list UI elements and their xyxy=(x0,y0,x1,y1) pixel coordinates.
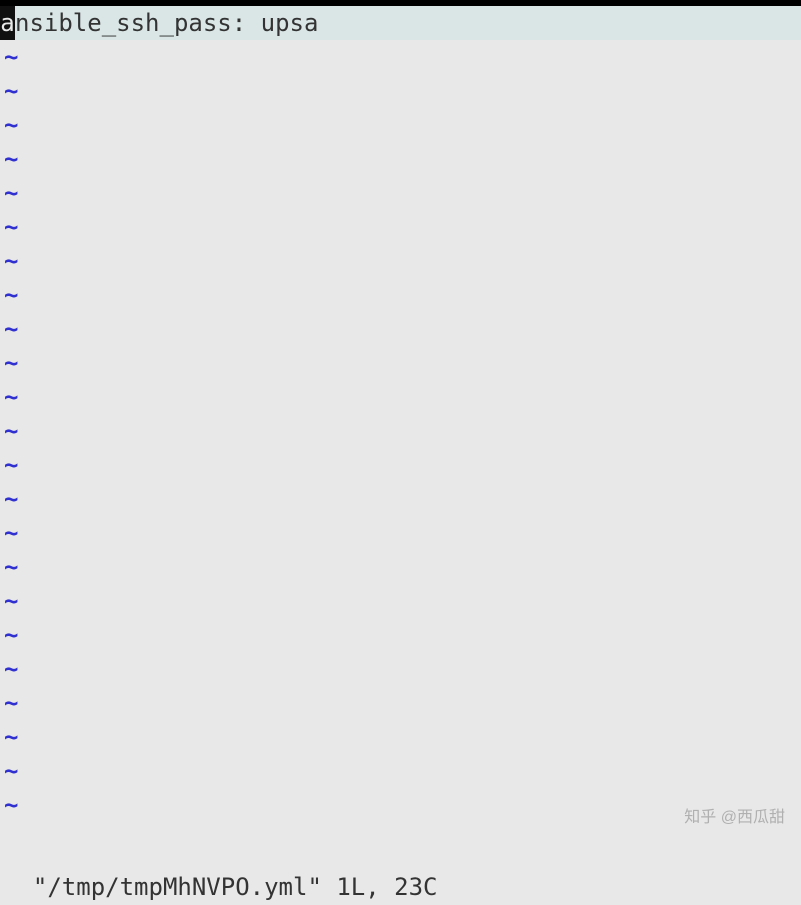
cursor: a xyxy=(0,6,15,40)
empty-line-tilde: ~ xyxy=(0,210,801,244)
empty-line-tilde: ~ xyxy=(0,720,801,754)
empty-line-tilde: ~ xyxy=(0,652,801,686)
empty-line-tilde: ~ xyxy=(0,40,801,74)
line-content: nsible_ssh_pass: upsa xyxy=(15,6,318,40)
empty-line-tilde: ~ xyxy=(0,108,801,142)
empty-line-tilde: ~ xyxy=(0,482,801,516)
editor-line-1[interactable]: ansible_ssh_pass: upsa xyxy=(0,6,801,40)
empty-line-tilde: ~ xyxy=(0,244,801,278)
empty-line-tilde: ~ xyxy=(0,346,801,380)
watermark: 知乎 @西瓜甜 xyxy=(684,803,785,827)
watermark-text: 知乎 @西瓜甜 xyxy=(684,809,785,826)
empty-line-tilde: ~ xyxy=(0,686,801,720)
vim-editor[interactable]: ansible_ssh_pass: upsa ~~~~~~~~~~~~~~~~~… xyxy=(0,6,801,833)
empty-line-tilde: ~ xyxy=(0,618,801,652)
vim-status-line: "/tmp/tmpMhNVPO.yml" 1L, 23C xyxy=(0,833,801,869)
empty-line-tilde: ~ xyxy=(0,278,801,312)
empty-line-tilde: ~ xyxy=(0,312,801,346)
empty-line-tilde: ~ xyxy=(0,74,801,108)
status-text: "/tmp/tmpMhNVPO.yml" 1L, 23C xyxy=(33,873,438,901)
empty-line-tilde: ~ xyxy=(0,448,801,482)
empty-line-tilde: ~ xyxy=(0,380,801,414)
empty-line-tilde: ~ xyxy=(0,516,801,550)
empty-line-tilde: ~ xyxy=(0,550,801,584)
empty-line-tilde: ~ xyxy=(0,414,801,448)
empty-line-tilde: ~ xyxy=(0,176,801,210)
empty-line-tilde: ~ xyxy=(0,788,801,822)
empty-line-tilde: ~ xyxy=(0,142,801,176)
empty-line-tilde: ~ xyxy=(0,584,801,618)
empty-line-tilde: ~ xyxy=(0,754,801,788)
